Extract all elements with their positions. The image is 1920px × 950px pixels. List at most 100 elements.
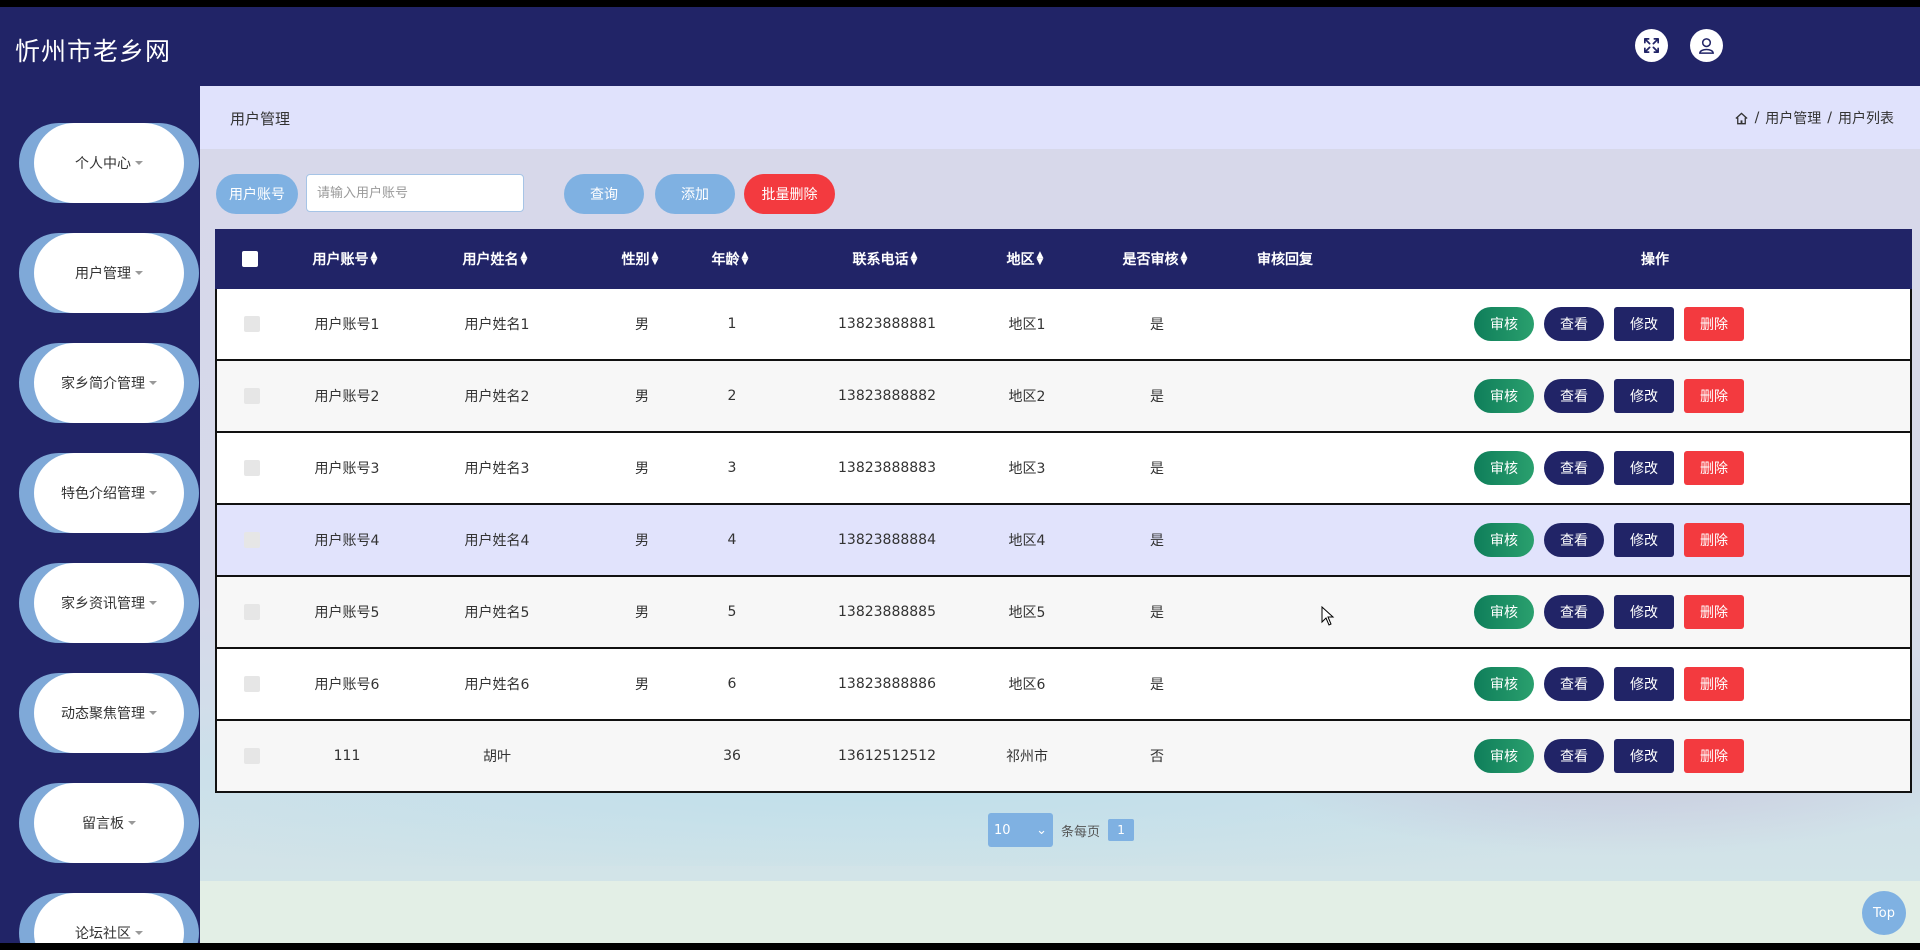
view-button[interactable]: 查看 — [1544, 523, 1604, 557]
sidebar-item-label: 论坛社区 — [75, 926, 131, 942]
row-checkbox[interactable] — [244, 388, 260, 404]
fullscreen-button[interactable] — [1635, 29, 1668, 62]
cell-name: 用户姓名2 — [464, 389, 530, 405]
review-button[interactable]: 审核 — [1474, 595, 1534, 629]
back-to-top-button[interactable]: Top — [1862, 891, 1906, 935]
delete-button[interactable]: 删除 — [1684, 739, 1744, 773]
sidebar-item-label: 个人中心 — [75, 156, 131, 172]
fullscreen-icon — [1643, 37, 1660, 54]
row-checkbox[interactable] — [244, 748, 260, 764]
breadcrumb-item[interactable]: 用户管理 — [1765, 108, 1821, 128]
cell-reply — [1207, 721, 1367, 791]
review-button[interactable]: 审核 — [1474, 739, 1534, 773]
review-button[interactable]: 审核 — [1474, 379, 1534, 413]
chevron-down-icon — [149, 381, 157, 385]
delete-button[interactable]: 删除 — [1684, 595, 1744, 629]
delete-button[interactable]: 删除 — [1684, 523, 1744, 557]
row-checkbox[interactable] — [244, 604, 260, 620]
chevron-down-icon — [135, 931, 143, 935]
sidebar-item-hometown-intro[interactable]: 家乡简介管理 — [19, 343, 199, 423]
delete-button[interactable]: 删除 — [1684, 307, 1744, 341]
chevron-down-icon — [135, 161, 143, 165]
sidebar-item-features[interactable]: 特色介绍管理 — [19, 453, 199, 533]
edit-button[interactable]: 修改 — [1614, 379, 1674, 413]
sidebar-item-label: 用户管理 — [75, 266, 131, 282]
view-button[interactable]: 查看 — [1544, 667, 1604, 701]
batch-delete-button[interactable]: 批量删除 — [744, 174, 835, 214]
edit-button[interactable]: 修改 — [1614, 595, 1674, 629]
background-decoration — [200, 881, 1920, 943]
column-header-name[interactable]: 用户姓名 ▲ ▼ — [405, 229, 585, 289]
account-search-input[interactable] — [306, 174, 524, 212]
sort-icon: ▲ ▼ — [741, 250, 749, 267]
edit-button[interactable]: 修改 — [1614, 667, 1674, 701]
chevron-down-icon — [149, 711, 157, 715]
cell-account: 用户账号2 — [314, 389, 380, 405]
delete-button[interactable]: 删除 — [1684, 667, 1744, 701]
main-content: 用户管理 / 用户管理 / 用户列表 用户账号 查询 添加 批量删除 用户账号▲… — [200, 86, 1920, 943]
view-button[interactable]: 查看 — [1544, 379, 1604, 413]
breadcrumb-separator: / — [1754, 110, 1760, 126]
table-header: 用户账号 ▲ ▼ 用户姓名 ▲ ▼ 性别 ▲ ▼ 年龄 ▲ ▼ 联系电话 ▲ ▼ 地区 ▲ ▼ 是否审核… — [215, 229, 1912, 289]
table-row: 用户账号4 用户姓名4 男 4 13823888884 地区4 是 审核 查看 … — [215, 505, 1912, 577]
edit-button[interactable]: 修改 — [1614, 451, 1674, 485]
breadcrumb-item: 用户列表 — [1838, 111, 1894, 127]
sort-icon: ▲ ▼ — [1180, 250, 1188, 267]
page-size-value: 10 — [994, 822, 1011, 838]
cell-reply — [1207, 577, 1367, 647]
sidebar-item-user-management[interactable]: 用户管理 — [19, 233, 199, 313]
chevron-down-icon: ⌄ — [1036, 822, 1047, 838]
view-button[interactable]: 查看 — [1544, 595, 1604, 629]
query-button[interactable]: 查询 — [564, 174, 644, 214]
sort-icon: ▲ ▼ — [520, 250, 528, 267]
sidebar-item-personal-center[interactable]: 个人中心 — [19, 123, 199, 203]
review-button[interactable]: 审核 — [1474, 307, 1534, 341]
view-button[interactable]: 查看 — [1544, 451, 1604, 485]
review-button[interactable]: 审核 — [1474, 667, 1534, 701]
user-menu-button[interactable] — [1690, 29, 1723, 62]
edit-button[interactable]: 修改 — [1614, 307, 1674, 341]
page-number-button[interactable]: 1 — [1108, 819, 1135, 841]
row-checkbox[interactable] — [244, 532, 260, 548]
page-size-select[interactable]: 10 ⌄ — [988, 813, 1053, 847]
column-header-account[interactable]: 用户账号 ▲ ▼ — [285, 229, 405, 289]
table-row: 用户账号3 用户姓名3 男 3 13823888883 地区3 是 审核 查看 … — [215, 433, 1912, 505]
delete-button[interactable]: 删除 — [1684, 451, 1744, 485]
view-button[interactable]: 查看 — [1544, 739, 1604, 773]
home-icon[interactable] — [1734, 111, 1749, 126]
cell-reply — [1207, 649, 1367, 719]
cell-reply — [1207, 361, 1367, 431]
column-header-operations: 操作 — [1641, 252, 1669, 268]
cell-account: 用户账号6 — [314, 677, 380, 693]
cell-name: 用户姓名6 — [464, 677, 530, 693]
sort-icon: ▲ ▼ — [370, 250, 378, 267]
select-all-checkbox[interactable] — [242, 251, 258, 267]
sidebar-item-message-board[interactable]: 留言板 — [19, 783, 199, 863]
review-button[interactable]: 审核 — [1474, 523, 1534, 557]
breadcrumb-separator: / — [1827, 110, 1832, 126]
sidebar-item-label: 留言板 — [82, 816, 124, 832]
delete-button[interactable]: 删除 — [1684, 379, 1744, 413]
cell-name: 用户姓名5 — [464, 605, 530, 621]
cell-reply — [1207, 505, 1367, 575]
table-row: 用户账号1 用户姓名1 男 1 13823888881 地区1 是 审核 查看 … — [215, 289, 1912, 361]
edit-button[interactable]: 修改 — [1614, 739, 1674, 773]
mouse-cursor-icon — [1321, 606, 1335, 626]
review-button[interactable]: 审核 — [1474, 451, 1534, 485]
sidebar-item-forum[interactable]: 论坛社区 — [19, 893, 199, 943]
view-button[interactable]: 查看 — [1544, 307, 1604, 341]
add-button[interactable]: 添加 — [655, 174, 735, 214]
app-frame: 忻州市老乡网 个人中心 用户管理 家乡简介管理 特色介绍管理 家乡资讯管理 动态… — [0, 7, 1920, 943]
row-checkbox[interactable] — [244, 316, 260, 332]
sidebar-item-hometown-news[interactable]: 家乡资讯管理 — [19, 563, 199, 643]
edit-button[interactable]: 修改 — [1614, 523, 1674, 557]
row-checkbox[interactable] — [244, 676, 260, 692]
cell-account: 用户账号1 — [314, 317, 380, 333]
sidebar-item-label: 特色介绍管理 — [61, 486, 145, 502]
sort-icon: ▲ ▼ — [910, 250, 918, 267]
table-row: 用户账号2 用户姓名2 男 2 13823888882 地区2 是 审核 查看 … — [215, 361, 1912, 433]
row-checkbox[interactable] — [244, 460, 260, 476]
cell-account: 用户账号3 — [314, 461, 380, 477]
sidebar-item-focus-news[interactable]: 动态聚焦管理 — [19, 673, 199, 753]
cell-name: 用户姓名3 — [464, 461, 530, 477]
